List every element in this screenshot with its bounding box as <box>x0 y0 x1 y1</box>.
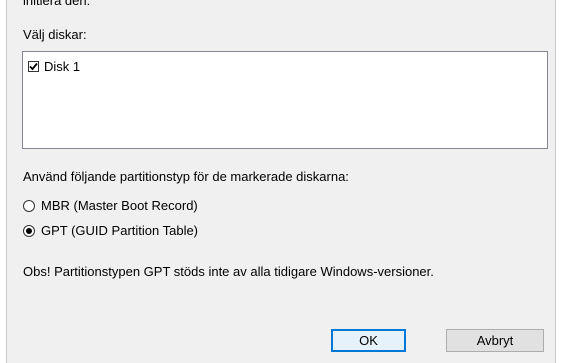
disk-listbox[interactable]: Disk 1 <box>22 51 548 149</box>
partition-type-label: Använd följande partitionstyp för de mar… <box>23 169 349 184</box>
disk-list-item[interactable]: Disk 1 <box>28 58 80 75</box>
cancel-button[interactable]: Avbryt <box>446 329 544 352</box>
gpt-option[interactable]: GPT (GUID Partition Table) <box>23 222 198 239</box>
checkmark-icon <box>29 62 38 71</box>
gpt-radio[interactable] <box>23 224 35 237</box>
radio-selected-dot <box>26 227 32 234</box>
intro-text: initiera den: <box>23 0 91 8</box>
disk-label: Disk 1 <box>44 59 81 74</box>
disk-checkbox[interactable] <box>28 61 39 72</box>
gpt-label: GPT (GUID Partition Table) <box>41 223 199 238</box>
initialize-disk-dialog: initiera den: Välj diskar: Disk 1 Använd… <box>7 0 555 363</box>
mbr-label: MBR (Master Boot Record) <box>41 198 198 213</box>
background-window-edge-right <box>556 0 562 363</box>
mbr-option[interactable]: MBR (Master Boot Record) <box>23 197 198 214</box>
dialog-border-right <box>555 0 556 363</box>
ok-button[interactable]: OK <box>331 329 406 352</box>
select-disks-label: Välj diskar: <box>23 27 87 42</box>
mbr-radio[interactable] <box>23 199 35 212</box>
gpt-note: Obs! Partitionstypen GPT stöds inte av a… <box>23 264 434 279</box>
